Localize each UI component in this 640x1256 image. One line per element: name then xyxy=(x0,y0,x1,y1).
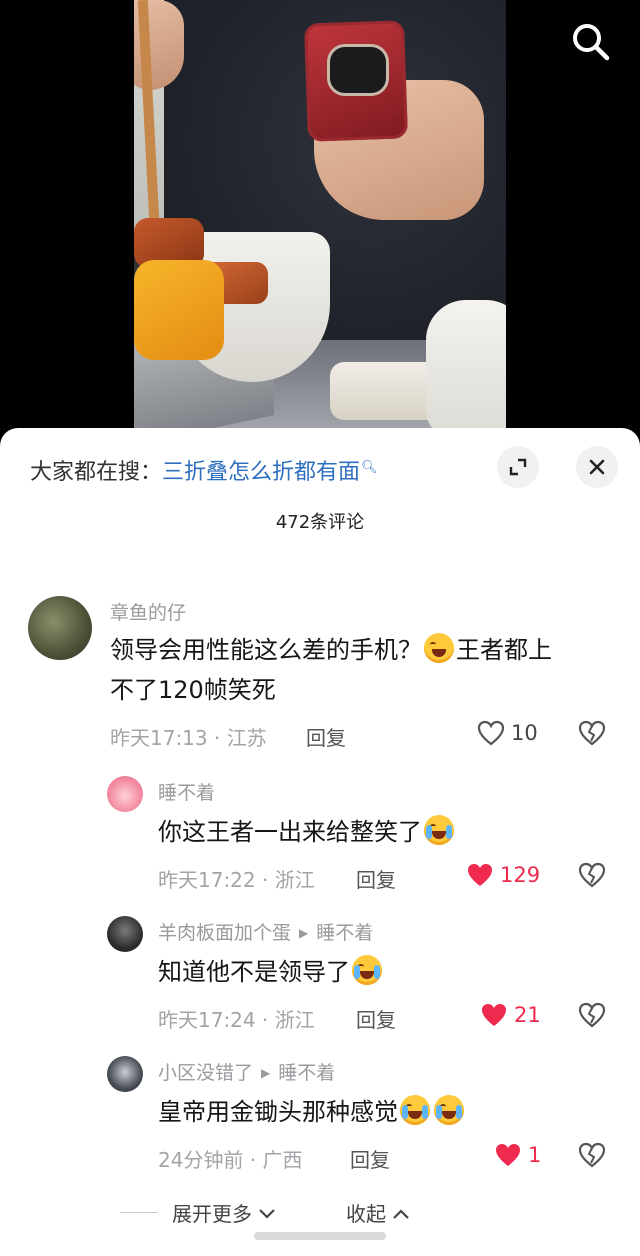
comment-text: 你这王者一出来给整笑了 xyxy=(158,812,598,852)
video-player[interactable] xyxy=(0,0,640,440)
comment-text: 皇帝用金锄头那种感觉 xyxy=(158,1092,598,1132)
comment-username-text: 羊肉板面加个蛋 xyxy=(158,922,292,944)
reply-arrow-icon: ▶ xyxy=(261,1066,271,1080)
like-button[interactable]: 129 xyxy=(466,862,540,888)
laugh-cry-emoji-icon xyxy=(434,1095,464,1125)
like-count: 21 xyxy=(514,1003,541,1027)
home-indicator xyxy=(254,1232,386,1240)
hot-search-bar[interactable]: 大家都在搜：三折叠怎么折都有面🔍︎ xyxy=(30,454,378,486)
dislike-button[interactable] xyxy=(578,1142,606,1172)
comment-time-location: 昨天17:24 · 浙江 xyxy=(158,1008,315,1032)
chevron-down-icon xyxy=(259,1209,276,1219)
expand-icon xyxy=(509,458,527,476)
laugh-emoji-icon xyxy=(424,633,454,663)
comment-text: 领导会用性能这么差的手机？ 王者都上不了120帧笑死 xyxy=(110,630,610,710)
laugh-cry-emoji-icon xyxy=(424,815,454,845)
reply-button[interactable]: 回复 xyxy=(306,722,346,751)
comment-username[interactable]: 章鱼的仔 xyxy=(110,598,186,625)
avatar[interactable] xyxy=(107,776,143,812)
like-count: 10 xyxy=(511,721,538,745)
food-piece xyxy=(134,260,224,360)
comment-time-location: 24分钟前 · 广西 xyxy=(158,1148,303,1172)
dislike-button[interactable] xyxy=(578,720,606,750)
reply-to-username[interactable]: 睡不着 xyxy=(316,922,373,944)
close-icon xyxy=(589,459,605,475)
reply-button[interactable]: 回复 xyxy=(350,1144,390,1173)
broken-heart-icon xyxy=(578,1002,606,1028)
divider xyxy=(120,1212,158,1213)
collapse-button[interactable]: 收起 xyxy=(346,1198,410,1227)
comment-time-location: 昨天17:22 · 浙江 xyxy=(158,868,315,892)
laugh-cry-emoji-icon xyxy=(352,955,382,985)
broken-heart-icon xyxy=(578,1142,606,1168)
comment-username[interactable]: 羊肉板面加个蛋 ▶ 睡不着 xyxy=(158,918,373,945)
comment-footer: 展开更多 收起 xyxy=(0,1198,640,1228)
laugh-cry-emoji-icon xyxy=(400,1095,430,1125)
reply-to-username[interactable]: 睡不着 xyxy=(278,1062,335,1084)
heart-filled-icon xyxy=(496,1144,520,1166)
avatar[interactable] xyxy=(107,916,143,952)
comment-text-part: 王者都上 xyxy=(456,636,552,664)
comment-text-part: 皇帝用金锄头那种感觉 xyxy=(158,1098,398,1126)
heart-outline-icon xyxy=(477,720,505,746)
hot-search-prefix: 大家都在搜： xyxy=(30,460,163,485)
comment-username[interactable]: 小区没错了 ▶ 睡不着 xyxy=(158,1058,335,1085)
phone-camera xyxy=(327,44,389,96)
chevron-up-icon xyxy=(393,1209,410,1219)
comment-username-text: 小区没错了 xyxy=(158,1062,254,1084)
comment-text-part: 你这王者一出来给整笑了 xyxy=(158,818,422,846)
dislike-button[interactable] xyxy=(578,862,606,892)
like-button[interactable]: 1 xyxy=(494,1142,541,1168)
search-icon xyxy=(573,24,610,61)
video-frame xyxy=(134,0,506,440)
expand-button[interactable] xyxy=(497,446,539,488)
like-button[interactable]: 21 xyxy=(480,1002,541,1028)
broken-heart-icon xyxy=(578,720,606,746)
side-bowl xyxy=(426,300,506,440)
collapse-label: 收起 xyxy=(346,1202,386,1226)
like-count: 129 xyxy=(500,863,541,887)
avatar[interactable] xyxy=(28,596,92,660)
reply-button[interactable]: 回复 xyxy=(356,1004,396,1033)
like-count: 1 xyxy=(528,1143,542,1167)
comment-time-location: 昨天17:13 · 江苏 xyxy=(110,726,267,750)
comment-text-part: 不了120帧笑死 xyxy=(110,676,276,704)
search-small-icon: 🔍︎ xyxy=(361,459,378,475)
comment-text-part: 知道他不是领导了 xyxy=(158,958,350,986)
comment-panel: 大家都在搜：三折叠怎么折都有面🔍︎ 472条评论 章鱼的仔 领导会用性能这么差的… xyxy=(0,428,640,1256)
hot-search-keyword[interactable]: 三折叠怎么折都有面 xyxy=(162,460,360,485)
dislike-button[interactable] xyxy=(578,1002,606,1032)
search-button[interactable] xyxy=(566,18,614,66)
broken-heart-icon xyxy=(578,862,606,888)
heart-filled-icon xyxy=(468,864,492,886)
close-button[interactable] xyxy=(576,446,618,488)
avatar[interactable] xyxy=(107,1056,143,1092)
comment-username[interactable]: 睡不着 xyxy=(158,778,215,805)
heart-filled-icon xyxy=(482,1004,506,1026)
expand-more-label: 展开更多 xyxy=(172,1202,252,1226)
reply-button[interactable]: 回复 xyxy=(356,864,396,893)
comment-text: 知道他不是领导了 xyxy=(158,952,598,992)
like-button[interactable]: 10 xyxy=(477,720,538,746)
comment-text-part: 领导会用性能这么差的手机？ xyxy=(110,636,422,664)
reply-arrow-icon: ▶ xyxy=(299,926,309,940)
expand-more-button[interactable]: 展开更多 xyxy=(172,1198,276,1227)
comment-count: 472条评论 xyxy=(275,512,365,533)
